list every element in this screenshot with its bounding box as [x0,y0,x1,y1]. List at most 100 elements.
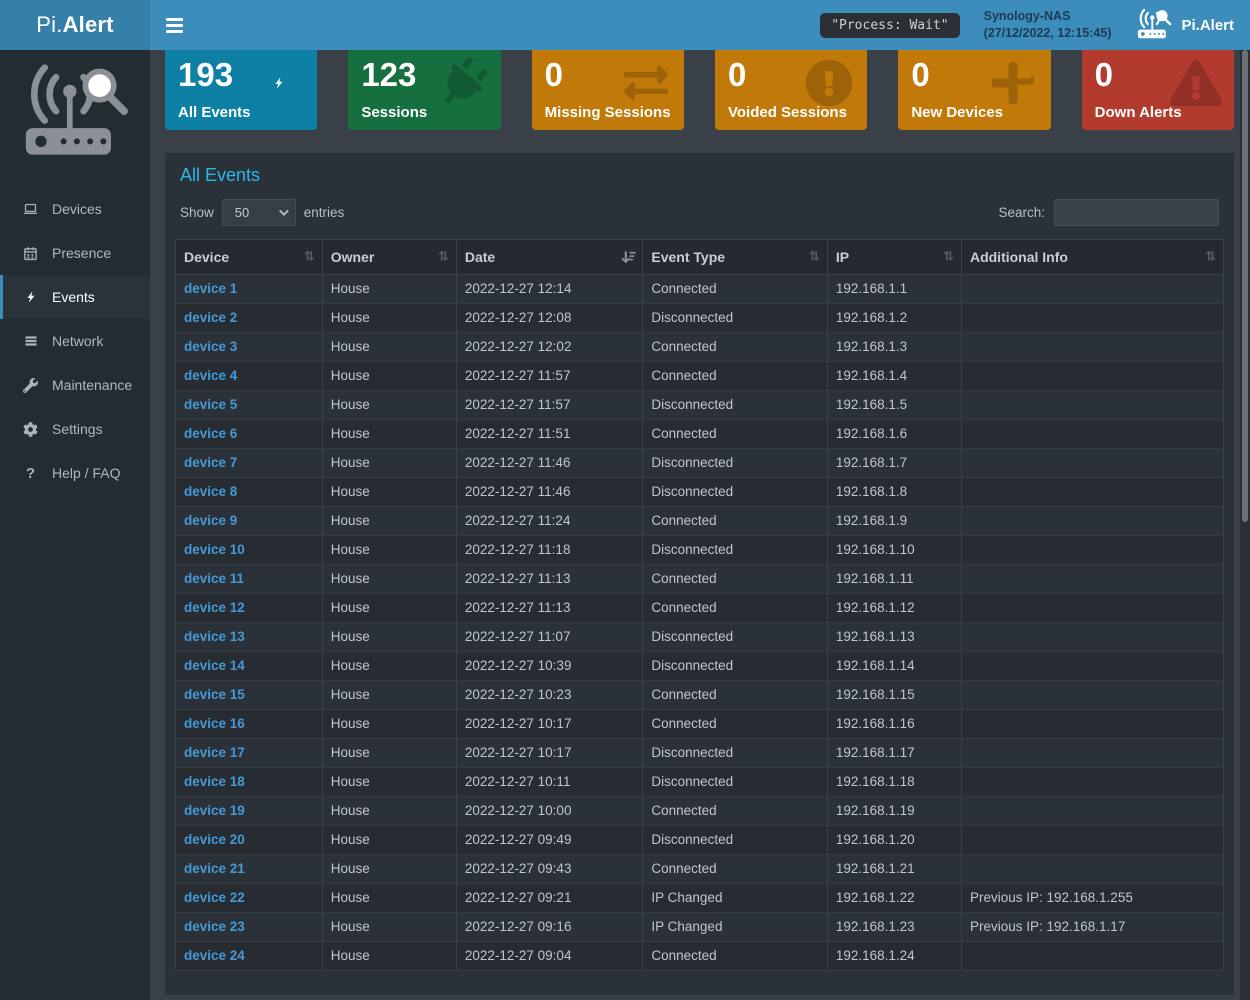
additional-info-cell [961,797,1223,826]
column-header-owner[interactable]: Owner⇅ [322,240,456,275]
additional-info-cell [961,594,1223,623]
scrollbar-thumb[interactable] [1242,50,1248,522]
table-row: device 7House2022-12-27 11:46Disconnecte… [176,449,1224,478]
owner-cell: House [322,623,456,652]
stat-card-down-alerts[interactable]: 0Down Alerts [1082,47,1234,130]
table-row: device 6House2022-12-27 11:51Connected19… [176,420,1224,449]
scrollbar-track[interactable] [1240,50,1250,1000]
sort-icon: ⇅ [943,250,954,265]
sidebar-item-label: Maintenance [52,377,132,393]
calendar-icon [22,246,39,261]
additional-info-cell [961,449,1223,478]
owner-cell: House [322,681,456,710]
stat-card-sessions[interactable]: 123Sessions [348,47,500,130]
device-link[interactable]: device 6 [184,426,237,441]
chevron-down-icon [279,206,289,216]
owner-cell: House [322,449,456,478]
column-header-ip[interactable]: IP⇅ [827,240,961,275]
device-link[interactable]: device 23 [184,919,245,934]
table-row: device 2House2022-12-27 12:08Disconnecte… [176,304,1224,333]
date-cell: 2022-12-27 10:00 [456,797,643,826]
table-row: device 21House2022-12-27 09:43Connected1… [176,855,1224,884]
additional-info-cell [961,478,1223,507]
table-row: device 10House2022-12-27 11:18Disconnect… [176,536,1224,565]
sidebar-item-settings[interactable]: Settings [0,407,150,451]
sidebar-item-presence[interactable]: Presence [0,231,150,275]
device-link[interactable]: device 16 [184,716,245,731]
sort-icon: ⇅ [809,250,820,265]
device-link[interactable]: device 15 [184,687,245,702]
sidebar-item-help-faq[interactable]: ?Help / FAQ [0,451,150,495]
device-link[interactable]: device 19 [184,803,245,818]
warning-triangle-icon [1168,55,1224,111]
device-link[interactable]: device 10 [184,542,245,557]
device-link[interactable]: device 22 [184,890,245,905]
owner-cell: House [322,507,456,536]
stat-label: New Devices [911,104,1003,121]
column-header-date[interactable]: Date [456,240,643,275]
device-link[interactable]: device 14 [184,658,245,673]
stat-cards: 193All Events 123Sessions 0Missing Session… [165,47,1234,130]
device-link[interactable]: device 11 [184,571,244,586]
owner-cell: House [322,652,456,681]
owner-cell: House [322,362,456,391]
host-info: Synology-NAS (27/12/2022, 12:15:45) [984,8,1112,42]
brand-logo[interactable]: Pi.Alert [0,0,150,50]
table-row: device 13House2022-12-27 11:07Disconnect… [176,623,1224,652]
sidebar-item-events[interactable]: Events [0,275,150,319]
date-cell: 2022-12-27 10:11 [456,768,643,797]
sidebar-item-maintenance[interactable]: Maintenance [0,363,150,407]
stat-card-new-devices[interactable]: 0New Devices [898,47,1050,130]
sort-icon: ⇅ [1205,250,1216,265]
stat-label: All Events [178,104,251,121]
page-length-select[interactable]: 50 [222,199,296,226]
stat-label: Voided Sessions [728,104,847,121]
column-header-label: Additional Info [970,249,1068,265]
date-cell: 2022-12-27 11:57 [456,391,643,420]
stat-card-voided-sessions[interactable]: 0Voided Sessions [715,47,867,130]
column-header-additional-info[interactable]: Additional Info ⇅ [961,240,1223,275]
device-link[interactable]: device 9 [184,513,237,528]
table-row: device 22House2022-12-27 09:21IP Changed… [176,884,1224,913]
device-link[interactable]: device 5 [184,397,237,412]
device-link[interactable]: device 13 [184,629,245,644]
device-link[interactable]: device 7 [184,455,237,470]
top-navbar: Pi.Alert "Process: Wait" Synology-NAS (2… [0,0,1250,50]
sidebar-item-devices[interactable]: Devices [0,187,150,231]
owner-cell: House [322,710,456,739]
search-input[interactable] [1054,199,1219,226]
event-type-cell: Disconnected [643,304,827,333]
device-link[interactable]: device 18 [184,774,245,789]
device-link[interactable]: device 17 [184,745,245,760]
column-header-label: Owner [331,249,375,265]
device-link[interactable]: device 20 [184,832,245,847]
date-cell: 2022-12-27 09:16 [456,913,643,942]
event-type-cell: Disconnected [643,623,827,652]
event-type-cell: Connected [643,565,827,594]
column-header-event-type[interactable]: Event Type⇅ [643,240,827,275]
event-type-cell: Connected [643,594,827,623]
wrench-icon [22,378,39,393]
additional-info-cell [961,362,1223,391]
sidebar-item-network[interactable]: Network [0,319,150,363]
device-link[interactable]: device 3 [184,339,237,354]
column-header-device[interactable]: Device⇅ [176,240,323,275]
hamburger-icon[interactable] [150,0,199,50]
plus-icon [985,55,1041,111]
search-label: Search: [998,205,1045,220]
device-link[interactable]: device 4 [184,368,237,383]
ip-cell: 192.168.1.9 [827,507,961,536]
additional-info-cell [961,855,1223,884]
device-link[interactable]: device 21 [184,861,245,876]
device-link[interactable]: device 12 [184,600,245,615]
date-cell: 2022-12-27 11:13 [456,565,643,594]
ip-cell: 192.168.1.15 [827,681,961,710]
navbar-brand-right[interactable]: Pi.Alert [1135,8,1234,42]
event-type-cell: Connected [643,507,827,536]
device-link[interactable]: device 24 [184,948,245,963]
device-link[interactable]: device 1 [184,281,237,296]
device-link[interactable]: device 8 [184,484,237,499]
device-link[interactable]: device 2 [184,310,237,325]
stat-card-missing-sessions[interactable]: 0Missing Sessions [532,47,684,130]
stat-card-all-events[interactable]: 193All Events [165,47,317,130]
